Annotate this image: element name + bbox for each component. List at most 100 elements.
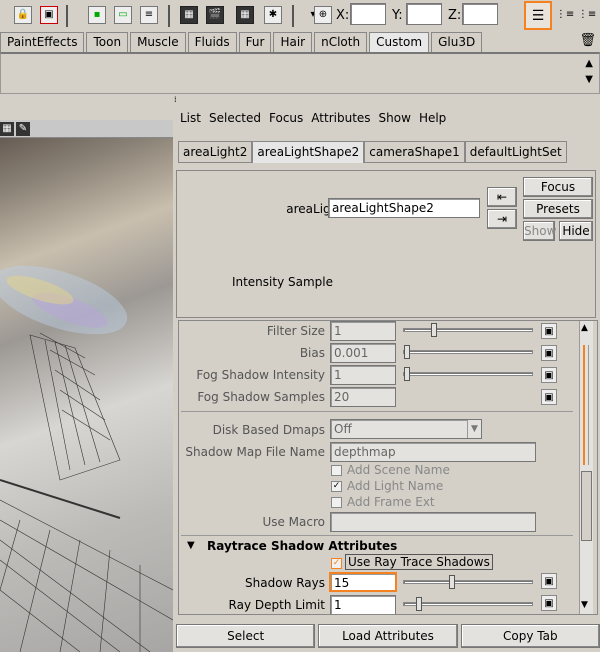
use-ray-trace-checkbox[interactable]: ✓ <box>331 558 342 569</box>
shelf-tab-painteffects[interactable]: PaintEffects <box>0 32 85 52</box>
filter-size-slider[interactable] <box>403 323 533 337</box>
bias-field[interactable]: 0.001 <box>330 343 396 363</box>
attr-scrollbar[interactable]: ▲ ▼ <box>579 321 593 614</box>
disk-dmaps-label: Disk Based Dmaps <box>212 423 325 437</box>
focus-button[interactable]: Focus <box>523 177 593 197</box>
z-field[interactable] <box>462 3 498 25</box>
fog-intensity-field[interactable]: 1 <box>330 365 396 385</box>
shelf-scroll-down-icon[interactable]: ▼ <box>585 74 593 85</box>
render-view-icon[interactable]: ▦ <box>180 6 198 24</box>
shelf-tab-glu3d[interactable]: Glu3D <box>431 32 483 52</box>
menu-attributes[interactable]: Attributes <box>307 108 374 128</box>
map-button[interactable]: ▣ <box>541 323 557 339</box>
scroll-up-icon[interactable]: ▲ <box>581 323 588 333</box>
map-button[interactable]: ▣ <box>541 389 557 405</box>
slider-thumb[interactable] <box>404 345 410 359</box>
tab-camerashape1[interactable]: cameraShape1 <box>364 141 465 163</box>
lock-icon[interactable]: 🔒 <box>14 6 32 24</box>
tab-arealightshape2[interactable]: areaLightShape2 <box>252 141 365 163</box>
filter-size-field[interactable]: 1 <box>330 321 396 341</box>
shelf-tabs: PaintEffects Toon Muscle Fluids Fur Hair… <box>0 32 600 52</box>
show-button[interactable]: Show <box>523 221 556 241</box>
shelf-tab-toon[interactable]: Toon <box>86 32 129 52</box>
attribute-panel: Filter Size 1 ▣ Bias 0.001 ▣ Fog Shadow … <box>178 320 598 615</box>
bias-slider[interactable] <box>403 345 533 359</box>
render-settings-icon[interactable]: ≡ <box>140 6 158 24</box>
raytrace-section-header[interactable]: ▼ Raytrace Shadow Attributes <box>181 536 573 556</box>
intensity-sample-label: Intensity Sample <box>231 275 333 289</box>
use-macro-field[interactable] <box>330 512 536 532</box>
presets-button[interactable]: Presets <box>523 199 593 219</box>
menu-help[interactable]: Help <box>415 108 450 128</box>
select-button[interactable]: Select <box>176 624 316 648</box>
viewport-header: ▦ ✎ <box>0 120 173 138</box>
menu-selected[interactable]: Selected <box>205 108 265 128</box>
render-region-icon[interactable]: ▭ <box>114 6 132 24</box>
add-light-name-checkbox[interactable]: ✓ <box>331 481 342 492</box>
chevron-down-icon[interactable]: ▼ <box>467 420 481 438</box>
node-tabs: areaLight2 areaLightShape2 cameraShape1 … <box>178 141 567 163</box>
add-scene-name-checkbox[interactable] <box>331 465 342 476</box>
bias-label: Bias <box>299 346 325 360</box>
node-name-field[interactable]: areaLightShape2 <box>328 198 480 218</box>
shelf-tab-fur[interactable]: Fur <box>238 32 272 52</box>
fog-samples-field[interactable]: 20 <box>330 387 396 407</box>
disk-dmaps-dropdown[interactable]: Off <box>330 419 482 439</box>
use-macro-label: Use Macro <box>262 515 325 529</box>
shadow-map-field[interactable]: depthmap <box>330 442 536 462</box>
fog-intensity-slider[interactable] <box>403 367 533 381</box>
fog-intensity-label: Fog Shadow Intensity <box>196 368 325 382</box>
output-connection-button[interactable]: ⇥ <box>487 209 517 229</box>
trash-icon[interactable]: 🗑 <box>579 33 596 48</box>
y-field[interactable] <box>406 3 442 25</box>
slider-thumb[interactable] <box>404 367 410 381</box>
slider-thumb[interactable] <box>430 323 437 337</box>
render-icon[interactable]: ✱ <box>264 6 282 24</box>
collapse-arrow-icon[interactable]: ▼ <box>187 536 195 556</box>
shadow-rays-field[interactable]: 15 <box>329 572 397 592</box>
scroll-thumb[interactable] <box>581 471 592 541</box>
slider-thumb[interactable] <box>416 597 423 611</box>
clapper-icon[interactable]: 🎬 <box>206 6 224 24</box>
add-frame-ext-checkbox[interactable] <box>331 497 342 508</box>
snap-icon[interactable]: ▪ <box>88 6 106 24</box>
viewport[interactable] <box>0 120 173 652</box>
scroll-track-highlight <box>583 345 589 465</box>
copy-tab-button[interactable]: Copy Tab <box>460 624 600 648</box>
camera-icon[interactable]: ▦ <box>0 122 14 136</box>
select-object-icon[interactable]: ▣ <box>40 6 58 24</box>
x-label: X: <box>336 8 350 23</box>
shelf-tab-fluids[interactable]: Fluids <box>187 32 237 52</box>
shadow-map-label: Shadow Map File Name <box>185 445 325 459</box>
map-button[interactable]: ▣ <box>541 345 557 361</box>
attribute-editor-icon[interactable]: ☰ <box>524 1 552 30</box>
lasso-icon[interactable]: ✎ <box>16 122 30 136</box>
ray-depth-slider[interactable] <box>403 597 533 611</box>
menu-focus[interactable]: Focus <box>265 108 307 128</box>
load-attributes-button[interactable]: Load Attributes <box>318 624 458 648</box>
map-button[interactable]: ▣ <box>541 573 557 589</box>
x-field[interactable] <box>350 3 386 25</box>
menu-list[interactable]: List <box>176 108 205 128</box>
node-header: areaLight: areaLightShape2 ⇤ ⇥ Focus Pre… <box>176 170 596 318</box>
shelf-tab-custom[interactable]: Custom <box>369 32 430 52</box>
shelf-tab-muscle[interactable]: Muscle <box>130 32 186 52</box>
shelf-tab-hair[interactable]: Hair <box>273 32 313 52</box>
ipr-icon[interactable]: ▦ <box>236 6 254 24</box>
channel-box-icon[interactable]: ⋮≡ <box>556 6 574 24</box>
shadow-rays-slider[interactable] <box>403 575 533 589</box>
tab-defaultlightset[interactable]: defaultLightSet <box>464 141 567 163</box>
shelf-scroll-up-icon[interactable]: ▲ <box>585 58 593 69</box>
menu-show[interactable]: Show <box>375 108 415 128</box>
map-button[interactable]: ▣ <box>541 367 557 383</box>
tab-arealight2[interactable]: areaLight2 <box>178 141 253 163</box>
scroll-down-icon[interactable]: ▼ <box>581 600 588 610</box>
ray-depth-field[interactable]: 1 <box>330 595 396 614</box>
tool-settings-icon[interactable]: ⋮≡ <box>578 6 596 24</box>
map-button[interactable]: ▣ <box>541 595 557 611</box>
transform-icon[interactable]: ⊕ <box>314 6 332 24</box>
hide-button[interactable]: Hide <box>559 221 593 241</box>
input-connection-button[interactable]: ⇤ <box>487 187 517 207</box>
shelf-tab-ncloth[interactable]: nCloth <box>314 32 368 52</box>
slider-thumb[interactable] <box>449 575 456 589</box>
